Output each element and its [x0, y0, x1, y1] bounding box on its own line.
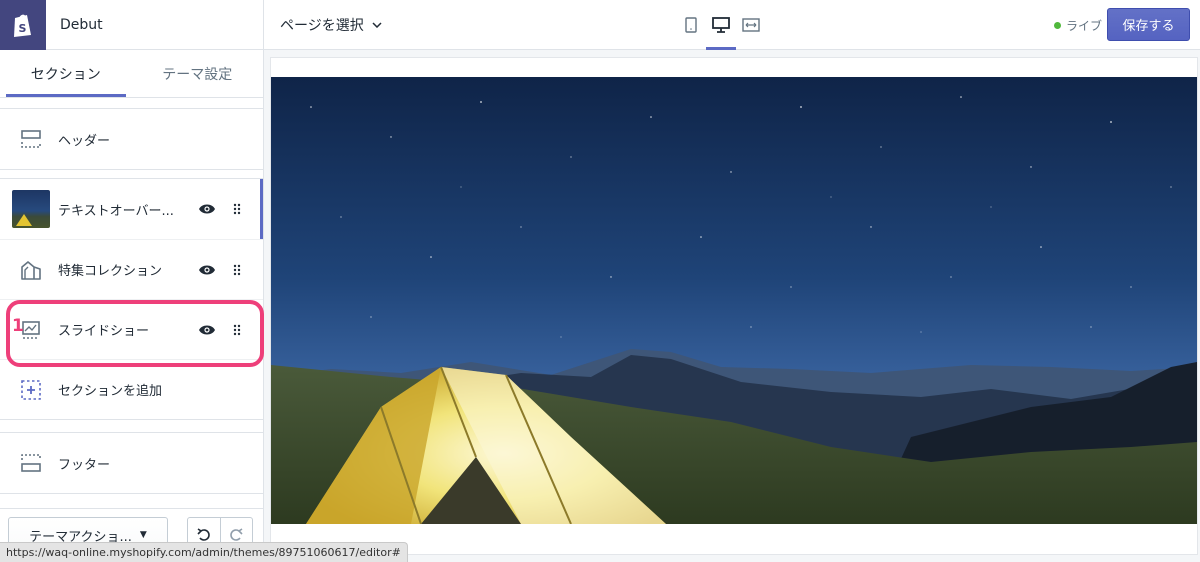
add-section-label: セクションを追加 — [58, 384, 163, 399]
shopify-logo-icon[interactable]: S — [0, 0, 46, 50]
chevron-down-icon — [372, 22, 382, 28]
sidebar: S Debut セクション テーマ設定 ヘッダー テキストオーバー... 特集コ… — [0, 0, 264, 562]
section-slideshow-label: スライドショー — [58, 324, 150, 339]
editor-topbar: ページを選択 ライブ 保存する — [264, 0, 1200, 50]
drag-handle-icon[interactable] — [231, 260, 243, 280]
save-button[interactable]: 保存する — [1107, 8, 1190, 41]
section-header-label: ヘッダー — [58, 133, 111, 149]
live-status: ライブ — [1054, 0, 1102, 50]
tab-sections[interactable]: セクション — [0, 50, 132, 97]
svg-text:S: S — [19, 22, 27, 35]
theme-preview — [271, 58, 1197, 554]
page-select-dropdown[interactable]: ページを選択 — [280, 0, 382, 50]
mobile-view-icon[interactable] — [676, 0, 706, 50]
section-slideshow[interactable]: スライドショー — [0, 299, 263, 359]
footer-group: フッター — [0, 432, 263, 494]
sidebar-top: S Debut — [0, 0, 263, 50]
eye-icon[interactable] — [197, 199, 217, 219]
add-section-button[interactable]: セクションを追加 — [0, 359, 263, 419]
drag-handle-icon[interactable] — [231, 199, 243, 219]
section-text-overlay[interactable]: テキストオーバー... — [0, 179, 263, 239]
collection-icon — [12, 251, 50, 289]
caret-down-icon: ▼ — [139, 530, 147, 540]
text-overlay-thumbnail — [12, 190, 50, 228]
live-label: ライブ — [1066, 18, 1103, 33]
sections-group: テキストオーバー... 特集コレクション スライドショー セクションを追加 — [0, 178, 263, 420]
header-group: ヘッダー — [0, 108, 263, 170]
section-header[interactable]: ヘッダー — [0, 109, 263, 169]
eye-icon[interactable] — [197, 260, 217, 280]
eye-icon[interactable] — [197, 320, 217, 340]
annotation-step-number: 1 — [12, 316, 24, 336]
theme-name: Debut — [60, 16, 103, 33]
section-featured-collection-label: 特集コレクション — [58, 264, 163, 279]
section-footer-label: フッター — [58, 457, 111, 473]
section-footer[interactable]: フッター — [0, 433, 263, 493]
section-text-overlay-label: テキストオーバー... — [58, 203, 174, 219]
tab-theme-settings[interactable]: テーマ設定 — [132, 50, 264, 97]
drag-handle-icon[interactable] — [231, 320, 243, 340]
live-dot-icon — [1054, 21, 1061, 29]
browser-status-url: https://waq-online.myshopify.com/admin/t… — [0, 542, 408, 562]
device-toggle-group — [676, 0, 766, 50]
header-layout-icon — [12, 120, 50, 158]
sidebar-tabs: セクション テーマ設定 — [0, 50, 263, 98]
footer-layout-icon — [12, 444, 50, 482]
add-section-icon — [12, 371, 50, 409]
page-select-label: ページを選択 — [280, 18, 364, 34]
hero-image-camping-tent — [271, 77, 1197, 524]
desktop-view-icon[interactable] — [706, 0, 736, 50]
fullscreen-view-icon[interactable] — [736, 0, 766, 50]
section-featured-collection[interactable]: 特集コレクション — [0, 239, 263, 299]
